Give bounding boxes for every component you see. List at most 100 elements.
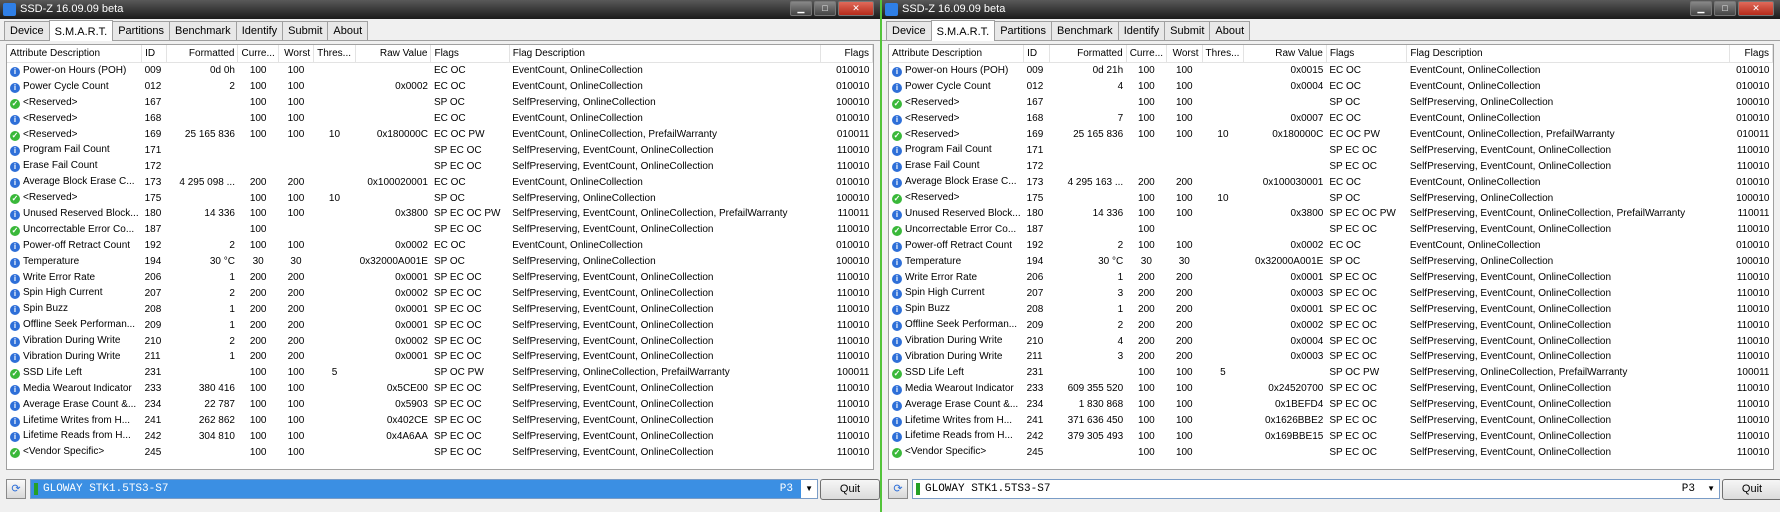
current-col-header[interactable]: Curre... <box>237 45 279 63</box>
tab-submit[interactable]: Submit <box>1164 21 1211 40</box>
tab-partitions[interactable]: Partitions <box>112 21 171 40</box>
quit-button[interactable]: Quit <box>1722 479 1780 500</box>
table-row[interactable]: i Temperature 194 30 °C 30 30 0x32000A001E SP O… <box>7 254 873 270</box>
attr-col-header[interactable]: Attribute Description <box>889 45 1025 63</box>
flag-description-col-header[interactable]: Flag Description <box>1406 45 1730 63</box>
table-row[interactable]: i Program Fail Count 171 SP EC OC SelfPreser… <box>7 142 873 158</box>
table-row[interactable]: i Erase Fail Count 172 SP EC OC SelfPreservi… <box>7 158 873 174</box>
table-row[interactable]: i Spin High Current 207 2 200 200 0x0002 SP EC … <box>7 285 873 301</box>
chevron-down-icon[interactable]: ▼ <box>805 480 813 498</box>
raw-value-col-header[interactable]: Raw Value <box>1243 45 1327 63</box>
tab-identify[interactable]: Identify <box>235 21 284 40</box>
table-row[interactable]: ✓ <Vendor Specific> 245 100 100 SP EC OC SelfP… <box>889 444 1773 460</box>
flags-bits-col-header[interactable]: Flags <box>820 45 873 63</box>
table-row[interactable]: i Lifetime Writes from H... 241 262 862 100 1… <box>7 413 873 429</box>
tab-device[interactable]: Device <box>4 21 50 40</box>
table-row[interactable]: i Vibration During Write 210 2 200 200 0x0002 S… <box>7 333 873 349</box>
raw-value-col-header[interactable]: Raw Value <box>355 45 432 63</box>
table-row[interactable]: i Program Fail Count 171 SP EC OC SelfPreser… <box>889 142 1773 158</box>
minimize-icon[interactable]: ▁ <box>790 1 812 16</box>
table-row[interactable]: i Erase Fail Count 172 SP EC OC SelfPreservi… <box>889 158 1773 174</box>
table-row[interactable]: i Write Error Rate 206 1 200 200 0x0001 SP EC O… <box>7 270 873 286</box>
table-row[interactable]: i Average Block Erase C... 173 4 295 098 ..… <box>7 174 873 190</box>
table-row[interactable]: ✓ <Reserved> 167 100 100 SP OC SelfPreserving,… <box>889 95 1773 111</box>
maximize-icon[interactable]: □ <box>1714 1 1736 16</box>
attr-col-header[interactable]: Attribute Description <box>7 45 143 63</box>
threshold-col-header[interactable]: Thres... <box>313 45 356 63</box>
table-row[interactable]: i Temperature 194 30 °C 30 30 0x32000A001E SP O… <box>889 254 1773 270</box>
formatted-col-header[interactable]: Formatted <box>166 45 239 63</box>
tab-benchmark[interactable]: Benchmark <box>169 21 237 40</box>
table-row[interactable]: ✓ Uncorrectable Error Co... 187 100 SP EC OC… <box>889 222 1773 238</box>
quit-button[interactable]: Quit <box>820 479 880 500</box>
flag-description-col-header[interactable]: Flag Description <box>509 45 821 63</box>
table-row[interactable]: ✓ <Reserved> 169 25 165 836 100 100 10 0x180000… <box>7 127 873 143</box>
id-col-header[interactable]: ID <box>141 45 168 63</box>
flags-bits-col-header[interactable]: Flags <box>1729 45 1773 63</box>
tab-identify[interactable]: Identify <box>1117 21 1166 40</box>
table-row[interactable]: ✓ SSD Life Left 231 100 100 5 SP OC PW SelfPres… <box>889 365 1773 381</box>
tab-device[interactable]: Device <box>886 21 932 40</box>
table-row[interactable]: i Vibration During Write 211 3 200 200 0x0003 S… <box>889 349 1773 365</box>
table-row[interactable]: i Lifetime Reads from H... 242 379 305 493 1… <box>889 428 1773 444</box>
table-row[interactable]: i Unused Reserved Block... 180 14 336 100 100… <box>889 206 1773 222</box>
table-row[interactable]: i Media Wearout Indicator 233 380 416 100 100… <box>7 381 873 397</box>
threshold-col-header[interactable]: Thres... <box>1202 45 1245 63</box>
refresh-icon[interactable]: ⟳ <box>888 479 908 499</box>
flag-description: SelfPreserving, EventCount, OnlineCollec… <box>1409 415 1612 427</box>
flags-bits: 110010 <box>836 144 870 156</box>
table-row[interactable]: i Offline Seek Performan... 209 2 200 200 0x00… <box>889 317 1773 333</box>
table-row[interactable]: ✓ Uncorrectable Error Co... 187 100 SP EC OC… <box>7 222 873 238</box>
table-row[interactable]: i Offline Seek Performan... 209 1 200 200 0x00… <box>7 317 873 333</box>
tab-partitions[interactable]: Partitions <box>994 21 1053 40</box>
table-row[interactable]: i Spin Buzz 208 1 200 200 0x0001 SP EC OC SelfPr… <box>7 301 873 317</box>
drive-selector[interactable]: GLOWAY STK1.5TS3-S7 P3 ▼ <box>30 479 818 499</box>
id-col-header[interactable]: ID <box>1023 45 1050 63</box>
table-row[interactable]: i <Reserved> 168 7 100 100 0x0007 EC OC EventCou… <box>889 111 1773 127</box>
tab-about[interactable]: About <box>327 21 369 40</box>
table-row[interactable]: i Power-off Retract Count 192 2 100 100 0x0002… <box>7 238 873 254</box>
table-row[interactable]: i Average Erase Count &... 234 1 830 868 100… <box>889 397 1773 413</box>
close-icon[interactable]: ✕ <box>838 1 874 16</box>
table-row[interactable]: i Power Cycle Count 012 4 100 100 0x0004 EC OC E… <box>889 79 1773 95</box>
table-row[interactable]: ✓ SSD Life Left 231 100 100 5 SP OC PW SelfPres… <box>7 365 873 381</box>
close-icon[interactable]: ✕ <box>1738 1 1774 16</box>
formatted-col-header[interactable]: Formatted <box>1049 45 1127 63</box>
chevron-down-icon[interactable]: ▼ <box>1707 480 1715 498</box>
table-row[interactable]: i Spin High Current 207 3 200 200 0x0003 SP EC … <box>889 285 1773 301</box>
table-row[interactable]: ✓ <Reserved> 169 25 165 836 100 100 10 0x180000… <box>889 127 1773 143</box>
minimize-icon[interactable]: ▁ <box>1690 1 1712 16</box>
table-row[interactable]: i Average Erase Count &... 234 22 787 100 100… <box>7 397 873 413</box>
tab-smart[interactable]: S.M.A.R.T. <box>48 20 114 41</box>
table-row[interactable]: ✓ <Reserved> 167 100 100 SP OC SelfPreserving,… <box>7 95 873 111</box>
table-row[interactable]: i Lifetime Writes from H... 241 371 636 450… <box>889 413 1773 429</box>
table-row[interactable]: i Power Cycle Count 012 2 100 100 0x0002 EC OC E… <box>7 79 873 95</box>
current-col-header[interactable]: Curre... <box>1126 45 1168 63</box>
maximize-icon[interactable]: □ <box>814 1 836 16</box>
table-row[interactable]: i Spin Buzz 208 1 200 200 0x0001 SP EC OC SelfPr… <box>889 301 1773 317</box>
table-row[interactable]: i Vibration During Write 211 1 200 200 0x0001 S… <box>7 349 873 365</box>
table-row[interactable]: i Power-on Hours (POH) 009 0d 0h 100 100 EC OC… <box>7 63 873 79</box>
tab-smart[interactable]: S.M.A.R.T. <box>930 20 996 41</box>
drive-selector[interactable]: GLOWAY STK1.5TS3-S7 P3 ▼ <box>912 479 1720 499</box>
table-row[interactable]: i Power-on Hours (POH) 009 0d 21h 100 100 0x00… <box>889 63 1773 79</box>
table-row[interactable]: ✓ <Reserved> 175 100 100 10 SP OC SelfPreservin… <box>889 190 1773 206</box>
table-row[interactable]: i Power-off Retract Count 192 2 100 100 0x0002… <box>889 238 1773 254</box>
flags-col-header[interactable]: Flags <box>1326 45 1408 63</box>
table-row[interactable]: i Lifetime Reads from H... 242 304 810 100 10… <box>7 428 873 444</box>
table-row[interactable]: ✓ <Reserved> 175 100 100 10 SP OC SelfPreservin… <box>7 190 873 206</box>
tab-benchmark[interactable]: Benchmark <box>1051 21 1119 40</box>
flags-col-header[interactable]: Flags <box>430 45 510 63</box>
worst-col-header[interactable]: Worst <box>1166 45 1203 63</box>
table-row[interactable]: ✓ <Vendor Specific> 245 100 100 SP EC OC SelfP… <box>7 444 873 460</box>
table-row[interactable]: i Unused Reserved Block... 180 14 336 100 100… <box>7 206 873 222</box>
worst-col-header[interactable]: Worst <box>278 45 315 63</box>
table-row[interactable]: i Average Block Erase C... 173 4 295 163 ..… <box>889 174 1773 190</box>
refresh-icon[interactable]: ⟳ <box>6 479 26 499</box>
table-row[interactable]: i Media Wearout Indicator 233 609 355 520 10… <box>889 381 1773 397</box>
table-row[interactable]: i Vibration During Write 210 4 200 200 0x0004 S… <box>889 333 1773 349</box>
tab-submit[interactable]: Submit <box>282 21 329 40</box>
tab-about[interactable]: About <box>1209 21 1251 40</box>
table-row[interactable]: i Write Error Rate 206 1 200 200 0x0001 SP EC O… <box>889 270 1773 286</box>
table-row[interactable]: i <Reserved> 168 100 100 EC OC EventCount, Onl… <box>7 111 873 127</box>
